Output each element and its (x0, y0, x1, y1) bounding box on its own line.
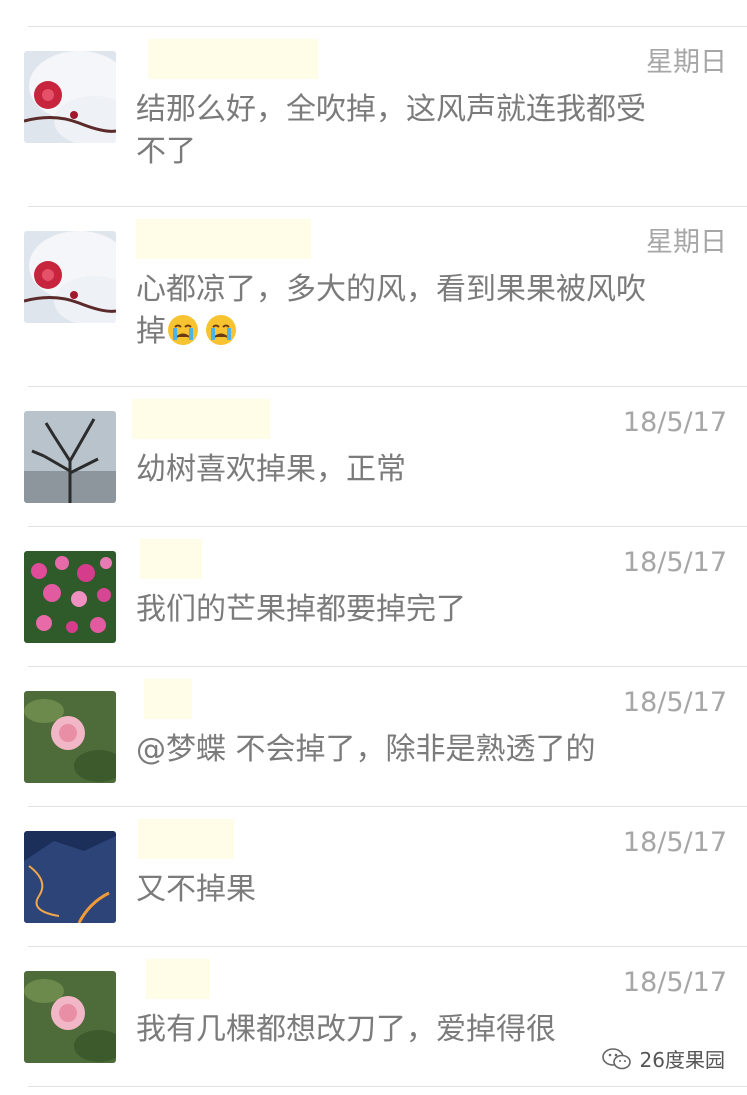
avatar[interactable] (24, 691, 116, 783)
message-preview: 结那么好，全吹掉，这风声就连我都受不了 (136, 92, 646, 169)
avatar[interactable] (24, 831, 116, 923)
message-preview: 幼树喜欢掉果，正常 (136, 452, 406, 487)
redaction-mask (138, 819, 234, 859)
redaction-mask (148, 39, 318, 79)
redaction-mask (136, 219, 311, 259)
redaction-mask (140, 539, 202, 579)
chat-row[interactable]: 18/5/17 我们的芒果掉都要掉完了 (24, 527, 747, 667)
wechat-icon (601, 1047, 631, 1069)
chat-row[interactable]: 18/5/17 @梦蝶 不会掉了，除非是熟透了的 (24, 667, 747, 807)
chat-row[interactable]: 18/5/17 幼树喜欢掉果，正常 (24, 387, 747, 527)
timestamp: 18/5/17 (622, 407, 727, 438)
watermark: 26度果园 (601, 1044, 725, 1073)
message-preview: 心都凉了，多大的风，看到果果被风吹掉 (136, 269, 656, 353)
chat-row[interactable]: 星期日 结那么好，全吹掉，这风声就连我都受不了 (24, 27, 747, 207)
bare-tree-avatar-icon (24, 411, 116, 503)
redaction-mask (144, 679, 192, 719)
pink-rose-avatar-icon (24, 971, 116, 1063)
timestamp: 18/5/17 (622, 827, 727, 858)
chat-row[interactable]: 18/5/17 又不掉果 (24, 807, 747, 947)
chat-list: 星期日 结那么好，全吹掉，这风声就连我都受不了 星期日 心都凉了，多大的风，看到… (0, 27, 747, 1087)
message-preview: 我有几棵都想改刀了，爱掉得很 (136, 1012, 556, 1047)
avatar[interactable] (24, 971, 116, 1063)
timestamp: 星期日 (646, 47, 727, 78)
avatar[interactable] (24, 411, 116, 503)
crying-face-icon (206, 315, 236, 345)
message-preview: @梦蝶 不会掉了，除非是熟透了的 (136, 732, 596, 767)
avatar[interactable] (24, 51, 116, 143)
redaction-mask (146, 959, 210, 999)
redaction-mask (132, 399, 270, 439)
avatar[interactable] (24, 231, 116, 323)
timestamp: 18/5/17 (622, 967, 727, 998)
avatar[interactable] (24, 551, 116, 643)
night-mountain-avatar-icon (24, 831, 116, 923)
timestamp: 18/5/17 (622, 687, 727, 718)
pink-rose-avatar-icon (24, 691, 116, 783)
snow-plum-avatar-icon (24, 231, 116, 323)
timestamp: 星期日 (646, 227, 727, 258)
crying-face-icon (168, 315, 198, 345)
timestamp: 18/5/17 (622, 547, 727, 578)
chat-row[interactable]: 星期日 心都凉了，多大的风，看到果果被风吹掉 (24, 207, 747, 387)
watermark-text: 26度果园 (639, 1048, 725, 1072)
snow-plum-avatar-icon (24, 51, 116, 143)
message-preview: 又不掉果 (136, 872, 256, 907)
roses-avatar-icon (24, 551, 116, 643)
message-preview: 我们的芒果掉都要掉完了 (136, 592, 466, 627)
